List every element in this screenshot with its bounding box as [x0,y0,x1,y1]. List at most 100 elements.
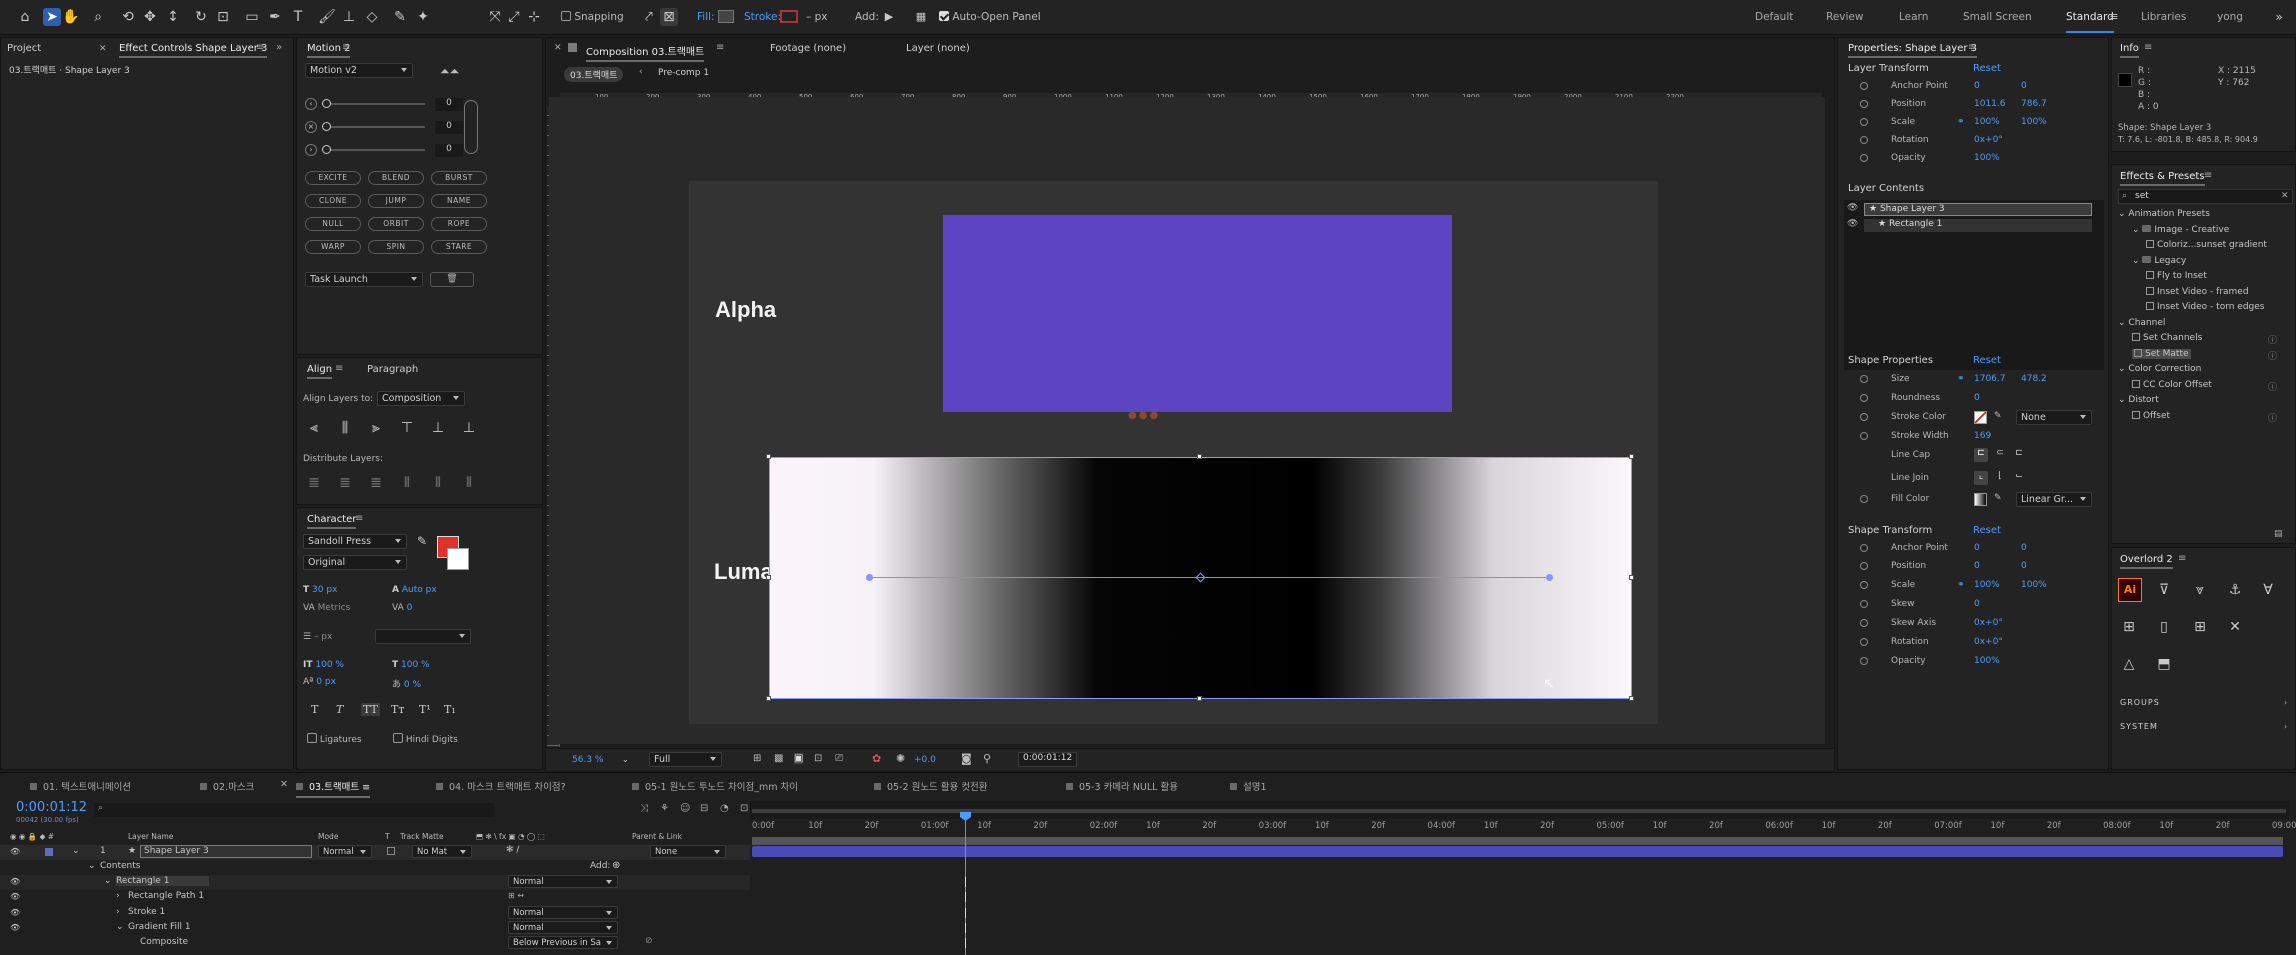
align-hcenter-icon[interactable]: ⫼ [334,418,356,438]
comp-menu-icon[interactable]: ≡ [716,42,724,53]
effects-item[interactable]: ⌄ Animation Presets [2118,209,2210,219]
effects-item[interactable]: Set Matte ⓘ [2132,348,2277,362]
document-icon[interactable]: ▯ [2153,617,2175,637]
col-parent-link[interactable]: Parent & Link [632,832,682,841]
round-join-icon[interactable]: ⌊ [1993,471,2007,485]
st-scale-y[interactable]: 100% [2021,580,2047,590]
dolly-camera-icon[interactable]: ↕ [164,8,182,26]
lock-icon[interactable] [568,43,577,52]
hindi-digits-checkbox[interactable]: Hindi Digits [393,733,458,745]
effects-item[interactable]: Coloriz...sunset gradient [2146,240,2267,250]
stroke-type-dropdown[interactable]: None [2016,410,2092,425]
eye-icon[interactable]: 👁 [10,908,20,917]
type-tool-icon[interactable]: T [289,8,307,26]
tab-menu-icon[interactable]: ≡ [359,782,370,793]
show-snapshot-icon[interactable]: ⚲ [983,752,991,765]
horizontal-scale-field[interactable]: T 100 % [392,660,430,670]
small-caps-icon[interactable]: Tт [391,703,404,716]
panel-menu-icon[interactable]: ≡ [256,42,264,53]
stopwatch-icon[interactable] [1860,375,1868,383]
distribute-top-icon[interactable]: ≣ [303,473,325,493]
clear-search-icon[interactable]: ✕ [2281,191,2289,201]
constrain-link-icon[interactable]: ⚭ [1957,580,1965,590]
stopwatch-icon[interactable] [1860,600,1868,608]
property-row[interactable]: 👁 › Stroke 1 Normal [0,905,750,921]
mask-visibility-icon[interactable]: ▣ [794,753,804,764]
effects-item[interactable]: ⌄ Color Correction [2118,364,2201,374]
snapshot-icon[interactable]: ◙ [961,752,972,765]
kerning-value[interactable]: Metrics [318,603,351,613]
axis-world-icon[interactable]: ⤢ [505,8,523,26]
stroke-width[interactable]: – px [806,11,827,23]
workspace-yong[interactable]: yong [2217,11,2243,23]
layer-row-shape-layer-3[interactable]: 👁 ⌄ 1 ★ Shape Layer 3 Normal No Mat ✻ / … [0,845,750,860]
vertical-scale-field[interactable]: IT 100 % [303,660,344,670]
st-anchor-y[interactable]: 0 [2021,543,2027,553]
snapping-checkbox[interactable]: Snapping [561,11,624,23]
pan-camera-icon[interactable]: ✥ [141,8,159,26]
axis-local-icon[interactable]: ⤧ [486,8,504,26]
stopwatch-icon[interactable] [1860,154,1868,162]
all-caps-icon[interactable]: TT [361,703,380,716]
shape-switch-icons[interactable]: ✻ / [506,845,519,855]
slider-value[interactable]: 0 [435,121,463,134]
contents-row[interactable]: ⌄ Contents Add: ⊕ [0,860,750,875]
workspace-learn[interactable]: Learn [1899,11,1928,23]
distribute-bottom-icon[interactable]: ≣ [365,473,387,493]
effects-item[interactable]: ⌄ Legacy [2132,255,2186,266]
layer-mode-dropdown[interactable]: Normal [318,845,372,858]
superscript-icon[interactable]: T¹ [419,703,431,716]
effects-item[interactable]: Offset ⓘ [2132,410,2277,424]
blend-mode-dropdown[interactable]: Normal [508,920,618,934]
scale-y[interactable]: 100% [2021,117,2047,127]
snap-features-icon[interactable]: ⊠ [660,8,678,26]
eye-icon[interactable]: 👁 [1847,219,1858,229]
effects-item[interactable]: Inset Video - torn edges [2146,302,2265,312]
eye-icon[interactable]: 👁 [10,923,20,932]
breadcrumb-comp[interactable]: 03.트랙매트 [564,67,624,82]
skew-axis-value[interactable]: 0x+0° [1974,618,2003,628]
stopwatch-icon[interactable] [1860,413,1868,421]
size-h[interactable]: 478.2 [2021,374,2047,384]
tab-effects-presets[interactable]: Effects & Presets [2120,171,2205,186]
transparency-grid-icon[interactable]: ▩ [774,753,783,764]
tsume-value[interactable]: 0 % [404,680,421,690]
baseline-value[interactable]: 0 px [316,677,336,687]
close-icon[interactable]: ✕ [280,779,288,790]
eyedropper-icon[interactable]: ✎ [417,534,427,548]
bevel-join-icon[interactable]: ⌙ [2012,471,2026,485]
slider-row-1[interactable]: ‹ 0 [305,98,475,112]
pen-tool-icon[interactable]: ✒ [266,8,284,26]
breadcrumb-precomp[interactable]: Pre-comp 1 [658,68,709,78]
workspace-more-icon[interactable]: » [2270,8,2288,26]
effects-item[interactable]: ⌄ Distort [2118,395,2159,405]
distribute-left-icon[interactable]: ⦀ [396,473,418,493]
align-bottom-icon[interactable]: ⊥ [458,418,480,438]
expand-icon[interactable]: ✕ [2224,617,2246,637]
tracking-value[interactable]: 0 [407,603,413,613]
col-layer-name[interactable]: Layer Name [128,832,173,841]
subscript-icon[interactable]: T₁ [444,703,456,716]
trash-icon[interactable]: 🗑 [430,272,474,287]
effects-item[interactable]: Set Channels ⓘ [2132,333,2277,346]
parent-dropdown[interactable]: None [650,845,726,858]
motion-chip-spin[interactable]: SPIN [368,240,424,254]
butt-cap-icon[interactable]: ⊏ [1974,448,1988,462]
fill-label[interactable]: Fill: [697,11,715,23]
font-family-dropdown[interactable]: Sandoll Press [303,534,407,549]
size-w[interactable]: 1706.7 [1974,374,2006,384]
position-x[interactable]: 1011.6 [1974,99,2006,109]
illustrator-icon[interactable]: Ai [2118,578,2142,602]
eyedropper-icon[interactable]: ✎ [1994,493,2002,503]
monitor-icon[interactable]: ⎚ [835,753,843,764]
zoom-dropdown-icon[interactable]: ⌄ [622,755,629,764]
bbox-handle[interactable] [766,454,771,459]
vertical-scale-value[interactable]: 100 % [315,660,344,670]
time-ruler[interactable]: 0:00f 10f 20f 01:00f 10f 20f 02:00f 10f 20f 03:00… [750,819,2296,839]
timeline-timecode[interactable]: 0:00:01:12 [16,800,87,815]
tab-effect-controls[interactable]: Effect Controls Shape Layer 3 [119,43,268,58]
blend-mode-dropdown[interactable]: Normal [508,875,618,888]
stroke-width-value[interactable]: 169 [1974,431,1991,441]
tab-character[interactable]: Character [307,514,357,529]
preserve-transparency-checkbox[interactable] [387,847,395,855]
